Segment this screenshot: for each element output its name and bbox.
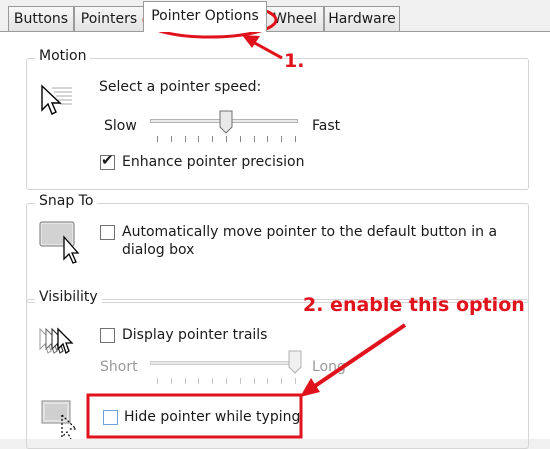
arrow-1-icon	[242, 35, 283, 60]
tab-label: Pointer Options	[151, 8, 259, 24]
arrow-2-icon	[300, 323, 407, 397]
step-2-callout: 2. enable this option	[303, 294, 525, 316]
highlight-box	[86, 393, 303, 439]
step-1-callout: 1.	[284, 50, 305, 72]
tab-pointer-options[interactable]: Pointer Options	[143, 1, 267, 32]
annotation-overlay	[86, 1, 407, 439]
